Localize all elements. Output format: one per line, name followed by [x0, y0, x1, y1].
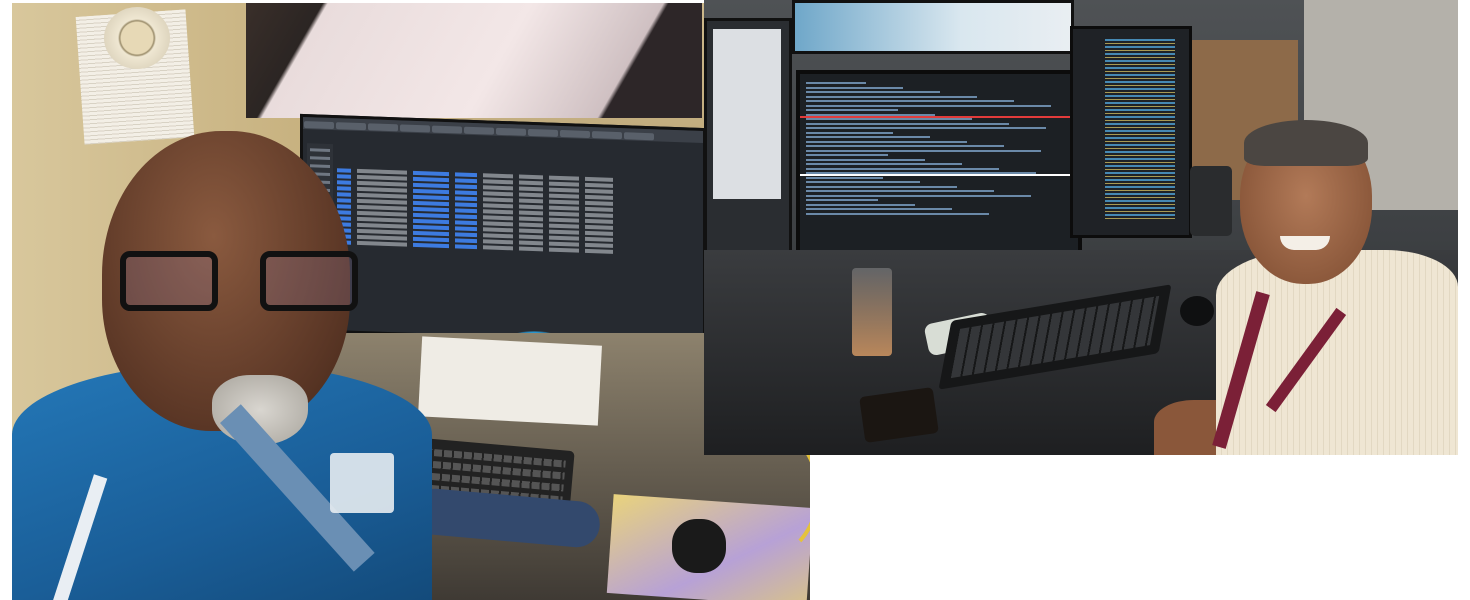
- shirt-logo-text: Children's Board Hillsborough County: [0, 0, 1, 1]
- upper-monitor: [792, 0, 1074, 54]
- screen-brand-text: cBW@W1: [0, 0, 1, 1]
- smile: [1280, 236, 1330, 250]
- right-vertical-monitor: [1070, 26, 1192, 238]
- terminal-line: [806, 104, 1051, 107]
- lanyard-text: Children's Board of Hillsborough County: [0, 0, 1, 1]
- terminal-line: [806, 163, 962, 165]
- inset-photo: [246, 3, 702, 118]
- paper-stack: [418, 336, 602, 426]
- terminal-line: [806, 190, 994, 192]
- shirt-logo: [330, 453, 394, 513]
- hair: [1244, 120, 1368, 166]
- terminal-line: [806, 113, 935, 116]
- drinking-glass: [852, 268, 892, 356]
- code-editor: [1105, 39, 1175, 219]
- terminal-line: [806, 167, 999, 170]
- terminal-line: [806, 122, 1009, 125]
- terminal-line: [806, 136, 930, 138]
- terminal-line: [806, 208, 952, 210]
- center-terminal-monitor: [796, 70, 1082, 256]
- terminal-line: [806, 185, 957, 188]
- terminal-line: [806, 172, 1036, 174]
- terminal-line: [806, 109, 898, 111]
- terminal-line: [806, 154, 888, 156]
- wall-clock: [104, 7, 170, 69]
- terminal-line: [806, 158, 925, 161]
- terminal-line: [806, 140, 967, 143]
- terminal-line: [806, 86, 903, 89]
- terminal-line: [806, 118, 972, 120]
- terminal-line: [806, 100, 1014, 102]
- left-photo: [12, 3, 810, 600]
- eyeglasses: [120, 251, 358, 311]
- terminal-line: [806, 212, 989, 215]
- curved-monitor: [300, 113, 706, 347]
- terminal-line: [806, 82, 866, 84]
- right-photo: [704, 0, 1458, 455]
- computer-mouse: [1180, 296, 1214, 326]
- document-window: [713, 29, 781, 199]
- terminal-line: [806, 95, 977, 98]
- terminal-line: [806, 199, 878, 201]
- terminal-line: [806, 131, 893, 134]
- terminal-line: [806, 149, 1041, 152]
- terminal-line: [806, 194, 1031, 197]
- terminal-line: [806, 203, 915, 206]
- terminal-line: [806, 91, 940, 93]
- terminal-line: [806, 181, 920, 183]
- terminal-line: [806, 127, 1046, 129]
- resource-grid: [337, 166, 697, 257]
- browser-tab-bar: [303, 117, 703, 143]
- terminal-line: [806, 145, 1004, 147]
- desk-phone: [1190, 166, 1232, 236]
- terminal-line: [806, 176, 883, 179]
